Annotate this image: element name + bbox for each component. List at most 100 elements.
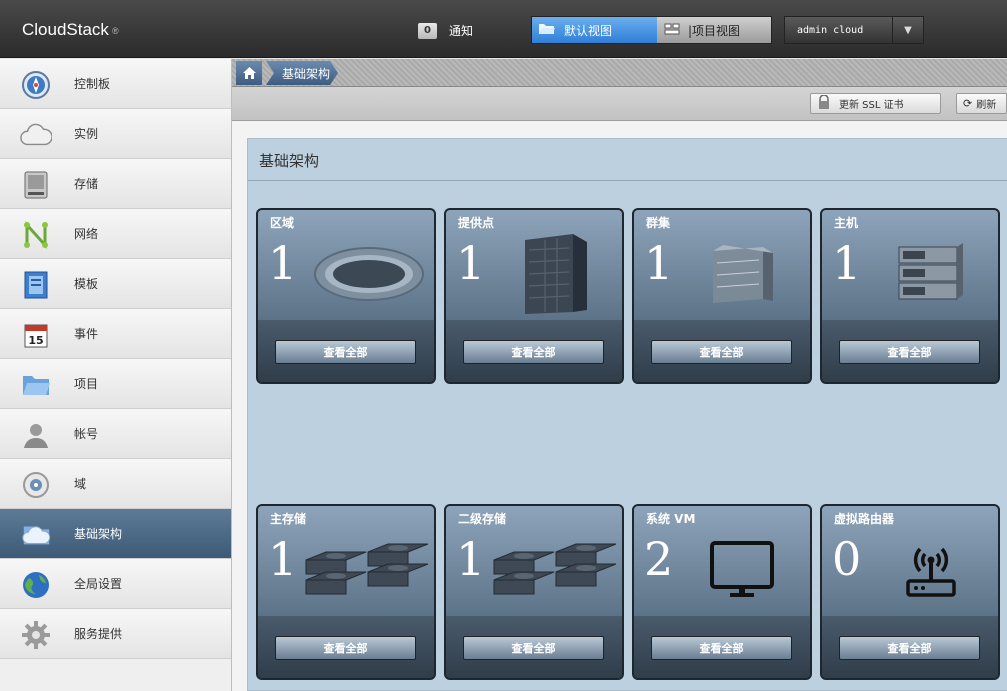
sidebar-item-accounts[interactable]: 帐号	[0, 409, 231, 459]
sidebar-item-instances[interactable]: 实例	[0, 109, 231, 159]
calendar-icon: 15	[20, 320, 52, 350]
tile-name: 二级存储	[458, 512, 507, 526]
svg-text:15: 15	[28, 334, 43, 347]
monitor-icon	[672, 524, 810, 616]
view-all-virtual-routers-button[interactable]: 查看全部	[839, 636, 980, 660]
tile-pods: 提供点 1 查看全部	[444, 208, 624, 384]
tile-name: 虚拟路由器	[834, 512, 895, 526]
tile-count: 1	[644, 236, 674, 290]
main-content: 基础架构 区域 1 查看全部 提供点 1 查看全部 群集 1 查看全部 主机 1…	[232, 121, 1007, 691]
view-all-clusters-button[interactable]: 查看全部	[651, 340, 792, 364]
project-view-label: |项目视图	[688, 23, 741, 38]
sidebar-item-storage[interactable]: 存储	[0, 159, 231, 209]
router-icon	[860, 524, 998, 616]
sidebar-item-service-offerings[interactable]: 服务提供	[0, 609, 231, 659]
tile-name: 群集	[646, 216, 671, 230]
cloud-icon	[20, 120, 52, 150]
view-all-secondary-storage-button[interactable]: 查看全部	[463, 636, 604, 660]
tile-count: 2	[644, 532, 674, 586]
secondary-storage-icon	[484, 524, 622, 616]
storage-drive-icon	[20, 170, 52, 200]
logo[interactable]: CloudStack ®	[22, 20, 119, 40]
tile-hosts: 主机 1 查看全部	[820, 208, 1000, 384]
sidebar-item-dashboard[interactable]: 控制板	[0, 59, 231, 109]
breadcrumb: 基础架构	[232, 59, 1007, 87]
sidebar-item-templates[interactable]: 模板	[0, 259, 231, 309]
sidebar-item-label: 模板	[74, 277, 99, 291]
refresh-label: 刷新	[976, 100, 997, 111]
sidebar-item-label: 控制板	[74, 77, 111, 91]
view-all-system-vms-button[interactable]: 查看全部	[651, 636, 792, 660]
notifications-button[interactable]: 0 通知	[418, 22, 473, 39]
tile-name: 主存储	[270, 512, 307, 526]
lock-icon	[817, 94, 831, 112]
sidebar: 控制板 实例 存储 网络 模板 15 事件 项目 帐号 域 基础架构 全局设置 …	[0, 59, 232, 691]
domain-disc-icon	[20, 470, 52, 500]
user-menu[interactable]: admin cloud ▼	[784, 16, 924, 44]
cluster-box-icon	[672, 228, 810, 320]
default-view-button[interactable]: 默认视图	[532, 17, 657, 43]
dashboard-compass-icon	[20, 70, 52, 100]
view-all-primary-storage-button[interactable]: 查看全部	[275, 636, 416, 660]
tile-count: 0	[832, 532, 862, 586]
sidebar-item-label: 事件	[74, 327, 99, 341]
pod-rack-icon	[484, 228, 622, 320]
view-all-pods-button[interactable]: 查看全部	[463, 340, 604, 364]
sidebar-item-label: 基础架构	[74, 527, 123, 541]
folder-icon	[20, 370, 52, 400]
chevron-down-icon[interactable]: ▼	[892, 17, 923, 43]
refresh-button[interactable]: ⟳ 刷新	[956, 93, 1007, 114]
infrastructure-panel: 基础架构 区域 1 查看全部 提供点 1 查看全部 群集 1 查看全部 主机 1…	[247, 138, 1007, 691]
sidebar-item-domains[interactable]: 域	[0, 459, 231, 509]
update-ssl-button[interactable]: 更新 SSL 证书	[810, 93, 941, 114]
sidebar-item-infrastructure[interactable]: 基础架构	[0, 509, 231, 559]
folder-open-icon	[538, 22, 556, 38]
tile-name: 系统 VM	[646, 512, 696, 526]
tile-clusters: 群集 1 查看全部	[632, 208, 812, 384]
gear-icon	[20, 620, 52, 650]
network-icon	[20, 220, 52, 250]
tile-name: 区域	[270, 216, 295, 230]
primary-storage-icon	[296, 524, 434, 616]
refresh-icon: ⟳	[963, 97, 973, 110]
user-icon	[20, 420, 52, 450]
template-icon	[20, 270, 52, 300]
sidebar-item-label: 帐号	[74, 427, 99, 441]
sidebar-item-projects[interactable]: 项目	[0, 359, 231, 409]
page-title: 基础架构	[259, 152, 320, 170]
sidebar-item-global-settings[interactable]: 全局设置	[0, 559, 231, 609]
project-view-button[interactable]: |项目视图	[657, 17, 771, 43]
tile-virtual-routers: 虚拟路由器 0 查看全部	[820, 504, 1000, 680]
tile-secondary-storage: 二级存储 1 查看全部	[444, 504, 624, 680]
default-view-label: 默认视图	[564, 23, 613, 38]
home-icon[interactable]	[236, 61, 262, 85]
host-server-icon	[860, 228, 998, 320]
tile-count: 1	[268, 532, 298, 586]
tile-count: 1	[832, 236, 862, 290]
tile-count: 1	[268, 236, 298, 290]
toolbar: 更新 SSL 证书 ⟳ 刷新	[232, 87, 1007, 121]
sidebar-item-label: 项目	[74, 377, 99, 391]
tile-primary-storage: 主存储 1 查看全部	[256, 504, 436, 680]
sidebar-item-label: 全局设置	[74, 577, 123, 591]
logo-text: CloudStack	[22, 20, 109, 39]
registered-mark-icon: ®	[111, 25, 119, 36]
view-all-zones-button[interactable]: 查看全部	[275, 340, 416, 364]
tile-name: 主机	[834, 216, 859, 230]
tile-zones: 区域 1 查看全部	[256, 208, 436, 384]
project-grid-icon	[664, 23, 680, 38]
tile-count: 1	[456, 532, 486, 586]
sidebar-item-events[interactable]: 15 事件	[0, 309, 231, 359]
breadcrumb-current[interactable]: 基础架构	[266, 61, 338, 85]
sidebar-item-network[interactable]: 网络	[0, 209, 231, 259]
notification-label: 通知	[449, 24, 474, 38]
tile-count: 1	[456, 236, 486, 290]
globe-icon	[20, 570, 52, 600]
infrastructure-cloud-icon	[20, 520, 52, 550]
notification-count-badge: 0	[418, 22, 437, 39]
sidebar-item-label: 服务提供	[74, 627, 123, 641]
view-all-hosts-button[interactable]: 查看全部	[839, 340, 980, 364]
header: CloudStack ® 0 通知 默认视图 |项目视图 admin cloud …	[0, 0, 1007, 58]
sidebar-item-label: 存储	[74, 177, 99, 191]
sidebar-item-label: 域	[74, 477, 87, 491]
